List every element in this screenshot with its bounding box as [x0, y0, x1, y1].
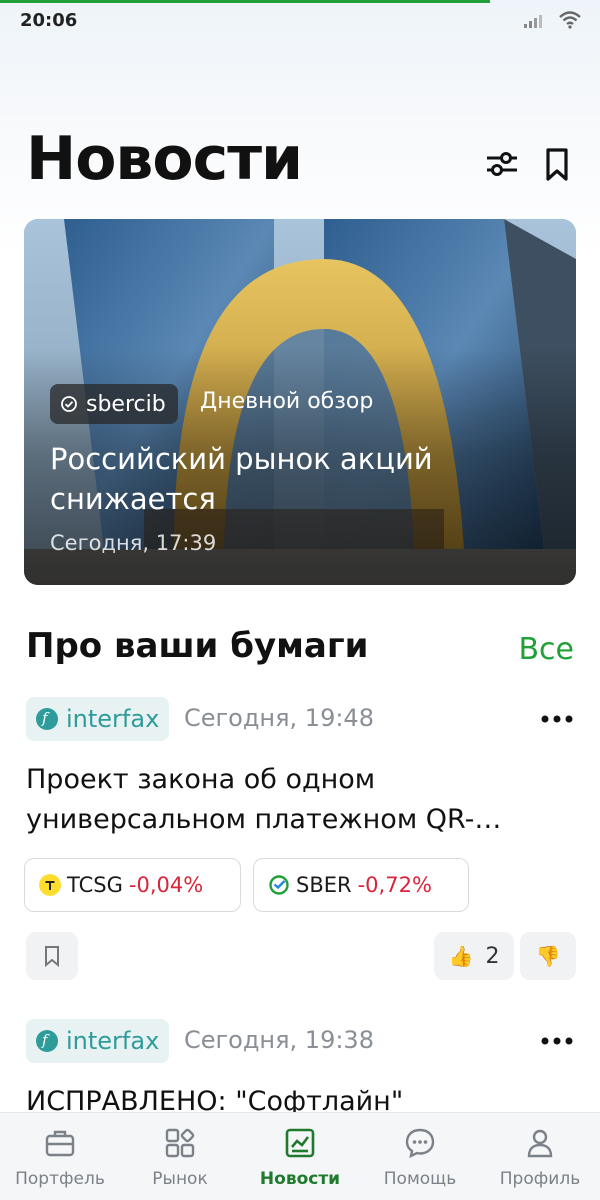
news-source-chip[interactable]: f interfax [26, 697, 170, 741]
chat-bubble-icon [405, 1128, 435, 1159]
verified-check-icon [61, 396, 77, 412]
hero-time: Сегодня, 17:39 [50, 531, 217, 555]
filter-settings-icon[interactable] [484, 148, 520, 180]
news-source-name: interfax [66, 1027, 160, 1055]
ticker-change: -0,04% [128, 873, 204, 897]
more-options-icon[interactable] [540, 714, 574, 724]
nav-label: Помощь [383, 1169, 457, 1189]
featured-news-card[interactable]: sbercib Дневной обзор Российский рынок а… [24, 219, 576, 585]
page-title: Новости [26, 124, 303, 194]
nav-label: Новости [259, 1169, 341, 1189]
interfax-logo-icon: f [36, 708, 58, 730]
interfax-logo-icon: f [36, 1030, 58, 1052]
more-options-icon[interactable] [540, 1036, 574, 1046]
nav-label: Профиль [499, 1169, 581, 1189]
ticker-change: -0,72% [357, 873, 432, 897]
hero-source-name: sbercib [86, 391, 166, 417]
cellular-signal-icon [524, 15, 542, 28]
tinkoff-logo-icon [39, 874, 61, 896]
wifi-icon [559, 11, 581, 29]
ticker-name: SBER [296, 873, 352, 897]
news-title[interactable]: Проект закона об одном универсальном пла… [26, 760, 576, 840]
dislike-button[interactable]: 👎 [520, 932, 576, 980]
nav-item-profile[interactable]: Профиль [480, 1113, 600, 1200]
ticker-chip-tcsg[interactable]: TCSG -0,04% [24, 858, 241, 912]
briefcase-icon [45, 1130, 75, 1157]
like-count: 2 [485, 943, 500, 969]
news-chart-icon [285, 1128, 315, 1158]
person-icon [527, 1129, 553, 1158]
nav-label: Портфель [15, 1169, 105, 1189]
see-all-link[interactable]: Все [518, 632, 574, 667]
market-grid-icon [165, 1128, 195, 1158]
hero-tag: Дневной обзор [200, 389, 374, 414]
nav-item-market[interactable]: Рынок [120, 1113, 240, 1200]
save-news-button[interactable] [26, 932, 78, 980]
hero-source-chip[interactable]: sbercib [50, 384, 178, 424]
nav-item-help[interactable]: Помощь [360, 1113, 480, 1200]
nav-label: Рынок [152, 1169, 208, 1189]
ticker-name: TCSG [67, 873, 123, 897]
thumbs-up-icon: 👍 [448, 944, 474, 968]
news-source-name: interfax [66, 705, 160, 733]
news-time: Сегодня, 19:48 [184, 704, 374, 732]
bookmarks-icon[interactable] [540, 146, 574, 182]
status-time: 20:06 [20, 10, 78, 31]
bookmark-icon [45, 946, 59, 967]
sber-logo-icon [269, 875, 289, 895]
like-button[interactable]: 👍 2 [434, 932, 514, 980]
news-time: Сегодня, 19:38 [184, 1026, 374, 1054]
hero-title: Российский рынок акций снижается [50, 442, 433, 516]
nav-item-portfolio[interactable]: Портфель [0, 1113, 120, 1200]
thumbs-down-icon: 👎 [535, 944, 561, 968]
section-title: Про ваши бумаги [26, 626, 369, 666]
ticker-chip-sber[interactable]: SBER -0,72% [253, 858, 469, 912]
status-bar: 20:06 [0, 0, 600, 40]
news-source-chip[interactable]: f interfax [26, 1019, 170, 1063]
bottom-navigation: Портфель Рынок Новости Помощь Профиль [0, 1112, 600, 1200]
nav-item-news[interactable]: Новости [240, 1113, 360, 1200]
